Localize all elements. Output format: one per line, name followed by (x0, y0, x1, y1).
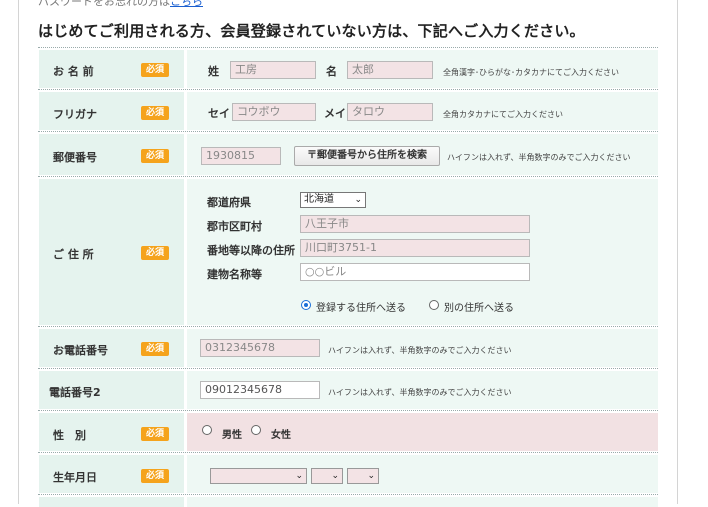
street-label: 番地等以降の住所 (207, 244, 295, 257)
last-kana-label: セイ (208, 107, 230, 120)
birth-year-select[interactable]: ⌄ (210, 468, 307, 484)
birth-row: 生年月日 必須 ⌄ ⌄ ⌄ (38, 452, 658, 495)
street-input[interactable]: 川口町3751-1 (300, 239, 530, 257)
ship-same-label: 登録する住所へ送る (316, 303, 406, 314)
kana-row: フリガナ 必須 セイ コウボウ メイ タロウ 全角カタカナにてご入力ください (38, 89, 658, 132)
required-badge: 必須 (141, 469, 169, 483)
building-input[interactable]: ○○ビル (300, 263, 530, 281)
chevron-down-icon: ⌄ (354, 195, 362, 205)
required-badge: 必須 (141, 63, 169, 77)
ship-other-radio[interactable] (429, 300, 439, 310)
required-badge: 必須 (141, 342, 169, 356)
address-row: ご 住 所 必須 都道府県 北海道 ⌄ 郡市区町村 八王子市 番地等以降の住所 川口… (38, 176, 658, 327)
phone2-note: ハイフンは入れず、半角数字のみでご入力ください (328, 388, 512, 397)
ship-other-label: 別の住所へ送る (444, 303, 514, 314)
prefecture-label: 都道府県 (207, 196, 251, 209)
birth-month-select[interactable]: ⌄ (311, 468, 343, 484)
kana-label: フリガナ (53, 108, 97, 121)
city-label: 郡市区町村 (207, 220, 262, 233)
name-row: お 名 前 必須 姓 工房 名 太郎 全角漢字･ひらがな･カタカナにてご入力くださ… (38, 47, 658, 90)
last-name-input[interactable]: 工房 (230, 61, 316, 79)
birth-day-select[interactable]: ⌄ (347, 468, 379, 484)
gender-row: 性 別 必須 男性 女性 (38, 410, 658, 453)
building-label: 建物名称等 (207, 268, 262, 281)
postal-search-button[interactable]: 〒郵便番号から住所を検索 (294, 146, 440, 166)
address-label: ご 住 所 (53, 248, 94, 261)
required-badge: 必須 (141, 149, 169, 163)
phone2-label: 電話番号2 (49, 386, 101, 399)
chevron-down-icon: ⌄ (295, 471, 303, 481)
last-name-label: 姓 (208, 65, 219, 78)
gender-male-label: 男性 (222, 430, 242, 441)
forgot-password-link[interactable]: こちら (170, 0, 203, 8)
phone-row: お電話番号 必須 0312345678 ハイフンは入れず、半角数字のみでご入力くだ… (38, 326, 658, 369)
name-label: お 名 前 (53, 65, 94, 78)
forgot-password-note: パスワードをお忘れの方はこちら (38, 0, 203, 9)
postal-label: 郵便番号 (53, 151, 97, 164)
last-kana-input[interactable]: コウボウ (232, 103, 316, 121)
first-kana-input[interactable]: タロウ (347, 103, 433, 121)
postal-row: 郵便番号 必須 1930815 〒郵便番号から住所を検索 ハイフンは入れず、半角数… (38, 131, 658, 177)
prefecture-select[interactable]: 北海道 ⌄ (300, 192, 366, 208)
name-note: 全角漢字･ひらがな･カタカナにてご入力ください (443, 68, 619, 77)
required-badge: 必須 (141, 246, 169, 260)
gender-male-radio[interactable] (202, 425, 212, 435)
phone-note: ハイフンは入れず、半角数字のみでご入力ください (328, 346, 512, 355)
gender-female-label: 女性 (271, 430, 291, 441)
phone2-input[interactable]: 09012345678 (200, 381, 320, 399)
next-row (38, 494, 658, 507)
first-kana-label: メイ (324, 107, 346, 120)
ship-same-radio[interactable] (301, 300, 311, 310)
required-badge: 必須 (141, 427, 169, 441)
phone-label: お電話番号 (53, 344, 108, 357)
first-name-input[interactable]: 太郎 (347, 61, 433, 79)
postal-input[interactable]: 1930815 (201, 147, 281, 165)
page-heading: はじめてご利用される方、会員登録されていない方は、下記へご入力ください。 (38, 22, 585, 40)
gender-label: 性 別 (53, 429, 86, 442)
chevron-down-icon: ⌄ (367, 471, 375, 481)
gender-female-radio[interactable] (251, 425, 261, 435)
postal-note: ハイフンは入れず、半角数字のみでご入力ください (447, 153, 631, 162)
birth-label: 生年月日 (53, 471, 97, 484)
city-input[interactable]: 八王子市 (300, 215, 530, 233)
phone2-row: 電話番号2 09012345678 ハイフンは入れず、半角数字のみでご入力くださ… (38, 368, 658, 411)
phone-input[interactable]: 0312345678 (200, 339, 320, 357)
first-name-label: 名 (326, 65, 337, 78)
chevron-down-icon: ⌄ (331, 471, 339, 481)
required-badge: 必須 (141, 106, 169, 120)
kana-note: 全角カタカナにてご入力ください (443, 110, 563, 119)
